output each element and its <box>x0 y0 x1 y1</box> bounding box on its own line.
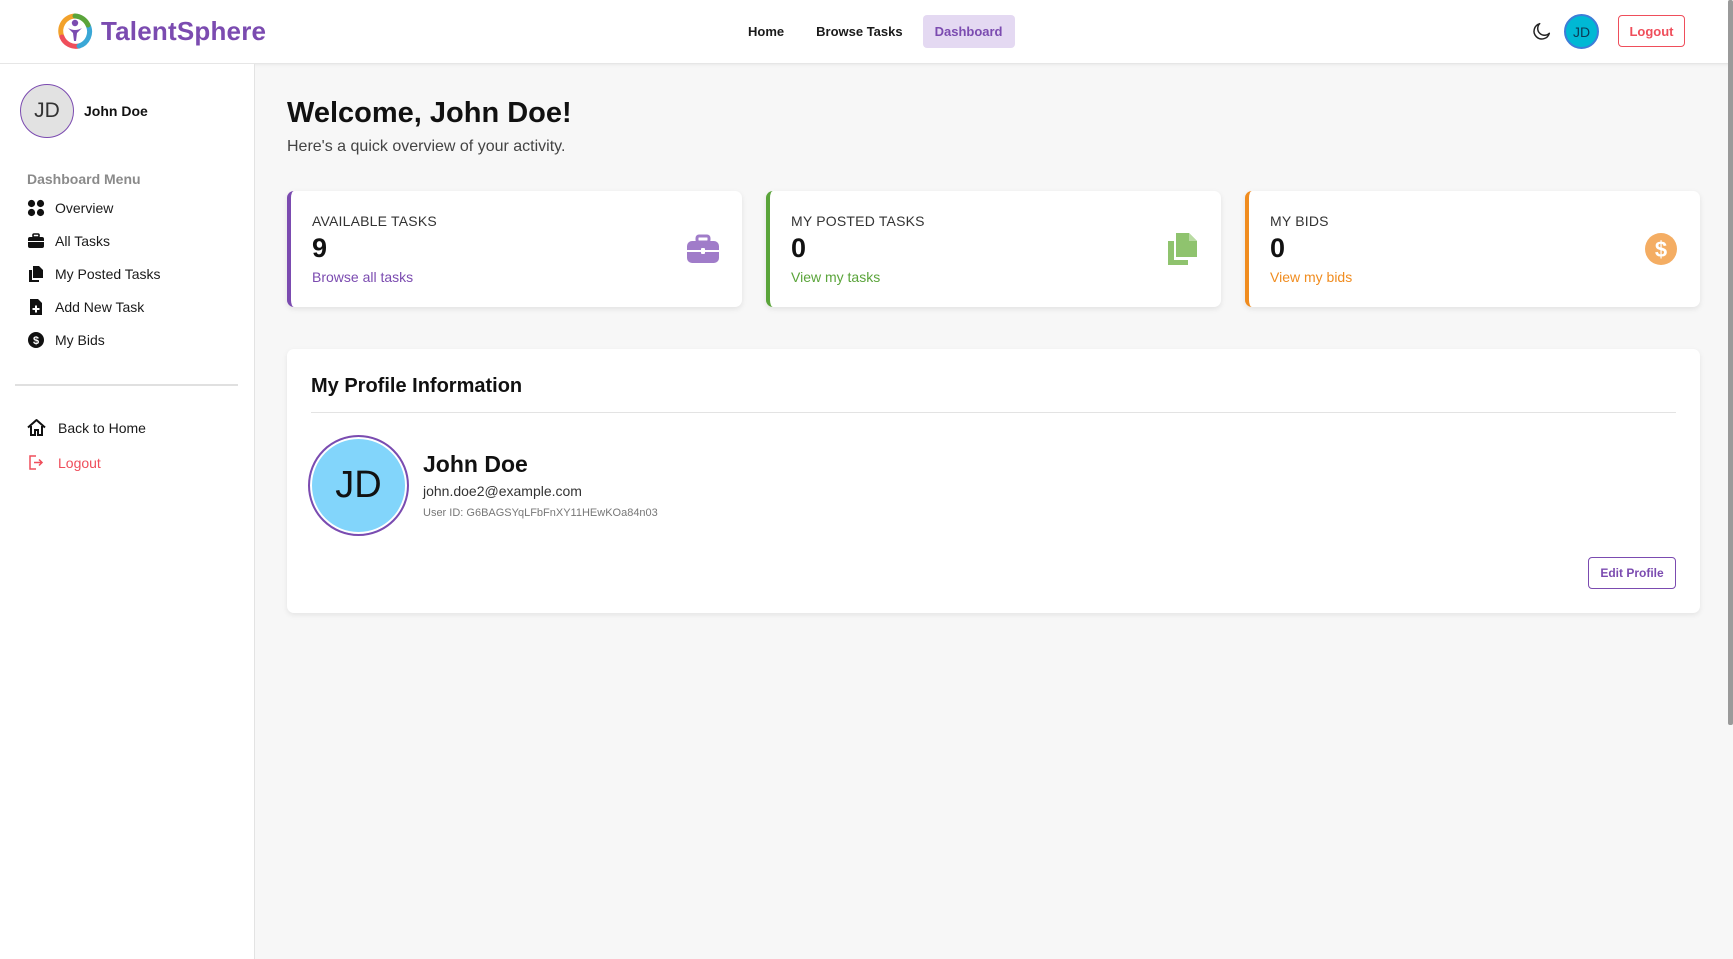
briefcase-icon <box>687 234 719 263</box>
stat-label: AVAILABLE TASKS <box>312 213 437 229</box>
profile-email: john.doe2@example.com <box>423 483 582 499</box>
menu-heading: Dashboard Menu <box>27 171 141 187</box>
sidebar-footer-menu: Back to Home Logout <box>27 410 146 480</box>
sidebar-item-overview[interactable]: Overview <box>27 191 161 224</box>
profile-heading: My Profile Information <box>311 375 523 397</box>
brand-name: TalentSphere <box>101 15 267 46</box>
home-icon <box>27 419 46 436</box>
file-plus-icon <box>30 298 42 315</box>
logout-button[interactable]: Logout <box>1618 15 1685 47</box>
sidebar-item-label: My Bids <box>55 331 105 348</box>
profile-card: My Profile Information JD John Doe john.… <box>287 349 1700 613</box>
profile-user-id: User ID: G6BAGSYqLFbFnXY11HEwKOa84n03 <box>423 507 658 519</box>
scrollbar[interactable] <box>1728 0 1733 725</box>
files-icon <box>1168 233 1197 265</box>
moon-icon[interactable] <box>1531 20 1553 42</box>
briefcase-icon <box>28 232 44 248</box>
stat-value: 9 <box>312 233 328 263</box>
dollar-circle-icon: $ <box>28 331 44 348</box>
sidebar-username: John Doe <box>84 103 148 119</box>
dashboard-menu: Overview All Tasks My Posted Tasks Add N… <box>27 191 161 356</box>
nav-dashboard[interactable]: Dashboard <box>922 15 1015 48</box>
sidebar: JD John Doe Dashboard Menu Overview All … <box>0 64 255 959</box>
sidebar-item-logout[interactable]: Logout <box>27 445 146 480</box>
sidebar-item-label: All Tasks <box>55 232 110 249</box>
stat-card-my-bids: MY BIDS 0 View my bids $ <box>1245 191 1700 307</box>
svg-text:$: $ <box>33 335 39 347</box>
sidebar-item-add-new-task[interactable]: Add New Task <box>27 290 161 323</box>
top-navbar: TalentSphere Home Browse Tasks Dashboard… <box>0 0 1733 64</box>
stat-card-posted-tasks: MY POSTED TASKS 0 View my tasks <box>766 191 1221 307</box>
sidebar-item-label: Logout <box>58 454 101 471</box>
dollar-circle-icon: $ <box>1645 233 1677 265</box>
sidebar-item-label: Add New Task <box>55 298 145 315</box>
divider <box>311 412 1676 413</box>
svg-text:$: $ <box>1655 237 1667 262</box>
nav-browse-tasks[interactable]: Browse Tasks <box>804 15 914 48</box>
stat-label: MY BIDS <box>1270 213 1329 229</box>
sidebar-item-my-posted-tasks[interactable]: My Posted Tasks <box>27 257 161 290</box>
divider <box>15 384 238 386</box>
page-subtitle: Here's a quick overview of your activity… <box>287 138 566 155</box>
grid-icon <box>27 199 45 216</box>
sidebar-item-label: Overview <box>55 199 114 216</box>
sidebar-item-label: Back to Home <box>58 419 146 436</box>
view-my-bids-link[interactable]: View my bids <box>1270 269 1352 285</box>
sidebar-item-back-to-home[interactable]: Back to Home <box>27 410 146 445</box>
stat-label: MY POSTED TASKS <box>791 213 925 229</box>
profile-name: John Doe <box>423 451 528 477</box>
avatar: JD <box>20 84 74 138</box>
browse-all-tasks-link[interactable]: Browse all tasks <box>312 269 413 285</box>
logo-icon <box>58 13 93 49</box>
sidebar-item-my-bids[interactable]: $ My Bids <box>27 323 161 356</box>
sign-out-icon <box>29 455 44 470</box>
stat-value: 0 <box>1270 233 1286 263</box>
user-avatar[interactable]: JD <box>1564 14 1599 49</box>
files-icon <box>29 265 43 282</box>
nav-home[interactable]: Home <box>736 15 796 48</box>
sidebar-item-all-tasks[interactable]: All Tasks <box>27 224 161 257</box>
sidebar-user: JD John Doe <box>20 84 148 138</box>
view-my-tasks-link[interactable]: View my tasks <box>791 269 880 285</box>
avatar: JD <box>308 435 409 536</box>
edit-profile-button[interactable]: Edit Profile <box>1588 557 1676 589</box>
stat-card-available-tasks: AVAILABLE TASKS 9 Browse all tasks <box>287 191 742 307</box>
main-nav: Home Browse Tasks Dashboard <box>736 15 1015 48</box>
brand[interactable]: TalentSphere <box>57 13 266 49</box>
sidebar-item-label: My Posted Tasks <box>55 265 161 282</box>
page-title: Welcome, John Doe! <box>287 97 572 129</box>
stat-value: 0 <box>791 233 807 263</box>
